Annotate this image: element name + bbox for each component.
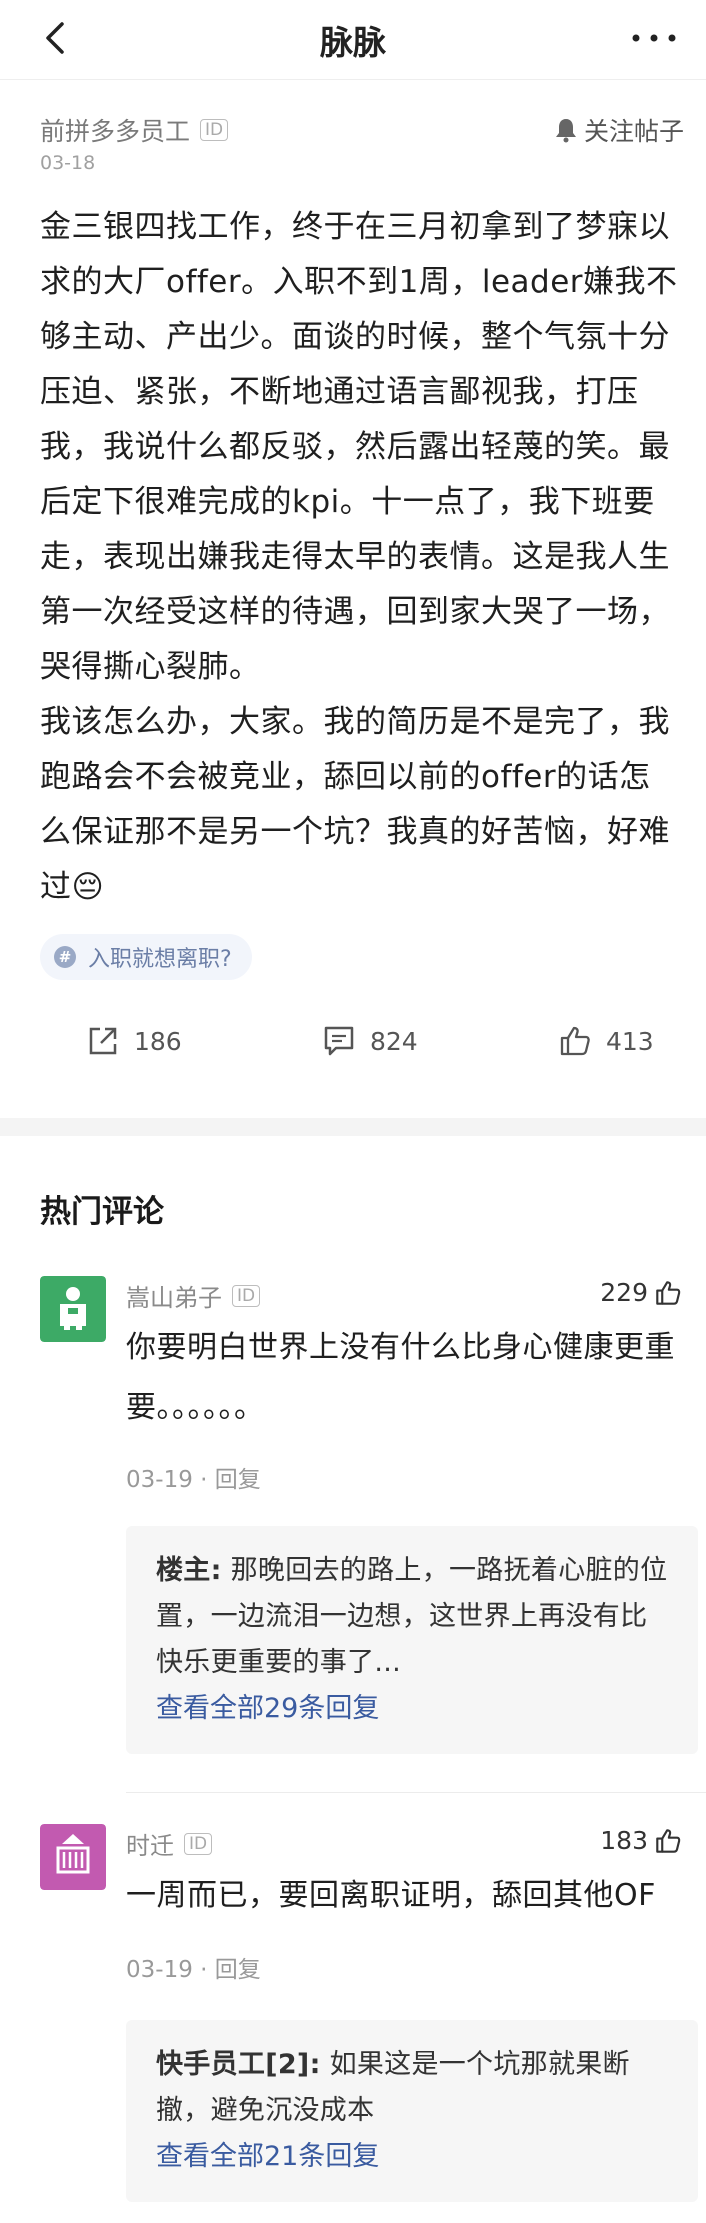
comment-like-button[interactable]: 183 (600, 1826, 682, 1855)
hashtag-icon: # (54, 946, 76, 968)
follow-post-button[interactable]: 关注帖子 (554, 112, 684, 148)
reply-preview[interactable]: 楼主: 那晚回去的路上，一路抚着心脏的位置，一边流泪一边想，这世界上再没有比快乐… (126, 1526, 698, 1754)
reply-author: 楼主: (156, 1555, 222, 1586)
id-badge-icon: ID (184, 1832, 213, 1855)
top-nav-bar: 脉脉 (0, 0, 706, 80)
page-title: 脉脉 (320, 23, 386, 62)
commenter-name[interactable]: 嵩山弟子 ID (126, 1278, 261, 1313)
post-date: 03-18 (40, 152, 96, 174)
commenter-name[interactable]: 时迁 ID (126, 1826, 213, 1861)
section-divider (0, 1118, 706, 1136)
thumbs-up-icon (560, 1026, 590, 1056)
reply-preview[interactable]: 快手员工[2]: 如果这是一个坑那就果断撤，避免沉没成本 查看全部21条回复 (126, 2020, 698, 2202)
follow-label: 关注帖子 (583, 117, 684, 146)
comment-text: 你要明白世界上没有什么比身心健康更重要。。。。。。 (126, 1330, 675, 1425)
topic-tag[interactable]: # 入职就想离职? (40, 934, 252, 980)
thumbs-up-icon (656, 1828, 681, 1853)
share-count: 186 (134, 1026, 182, 1056)
post-paragraph-1: 金三银四找工作，终于在三月初拿到了梦寐以求的大厂offer。入职不到1周，lea… (40, 209, 678, 685)
avatar-icon[interactable] (40, 1824, 106, 1890)
reply-author: 快手员工[2]: (156, 2049, 321, 2080)
comment-like-count: 183 (600, 1826, 648, 1855)
author-name: 前拼多多员工 (40, 117, 191, 146)
like-count: 413 (606, 1026, 654, 1056)
post-content: 金三银四找工作，终于在三月初拿到了梦寐以求的大厂offer。入职不到1周，lea… (40, 200, 680, 915)
view-all-replies-link[interactable]: 查看全部29条回复 (156, 1686, 668, 1732)
more-options-icon[interactable] (624, 16, 684, 56)
share-button[interactable]: 186 (86, 1024, 182, 1058)
comment-meta[interactable]: 03-19 · 回复 (126, 1950, 261, 1984)
id-badge-icon: ID (232, 1284, 261, 1307)
comment-button[interactable]: 824 (322, 1024, 418, 1058)
commenter-name-text: 时迁 (126, 1832, 174, 1860)
comment-text: 一周而已，要回离职证明，舔回其他OF (126, 1878, 656, 1913)
comment-separator (126, 1792, 706, 1793)
comment-count: 824 (370, 1026, 418, 1056)
bell-icon (555, 119, 576, 143)
thumbs-up-icon (656, 1280, 681, 1305)
view-all-replies-link[interactable]: 查看全部21条回复 (156, 2134, 668, 2180)
share-icon (89, 1027, 117, 1055)
reply-text: 快手员工[2]: 如果这是一个坑那就果断撤，避免沉没成本 (156, 2042, 668, 2134)
post-paragraph-2: 我该怎么办，大家。我的简历是不是完了，我跑路会不会被竞业，舔回以前的offer的… (40, 704, 670, 905)
hot-comments-title: 热门评论 (40, 1194, 164, 1230)
reply-body: 那晚回去的路上，一路抚着心脏的位置，一边流泪一边想，这世界上再没有比快乐更重要的… (156, 1555, 668, 1678)
id-badge-icon: ID (200, 119, 229, 141)
comment-like-count: 229 (600, 1278, 648, 1307)
topic-tag-label: 入职就想离职? (88, 947, 232, 972)
post-author[interactable]: 前拼多多员工 ID (40, 112, 229, 148)
like-button[interactable]: 413 (558, 1024, 654, 1058)
comment-icon (324, 1026, 354, 1056)
post-actions-bar: 186 824 413 (0, 1016, 706, 1066)
reply-text: 楼主: 那晚回去的路上，一路抚着心脏的位置，一边流泪一边想，这世界上再没有比快乐… (156, 1548, 668, 1686)
commenter-name-text: 嵩山弟子 (126, 1284, 222, 1312)
avatar-icon[interactable] (40, 1276, 106, 1342)
comment-like-button[interactable]: 229 (600, 1278, 682, 1307)
comment-meta[interactable]: 03-19 · 回复 (126, 1460, 261, 1494)
